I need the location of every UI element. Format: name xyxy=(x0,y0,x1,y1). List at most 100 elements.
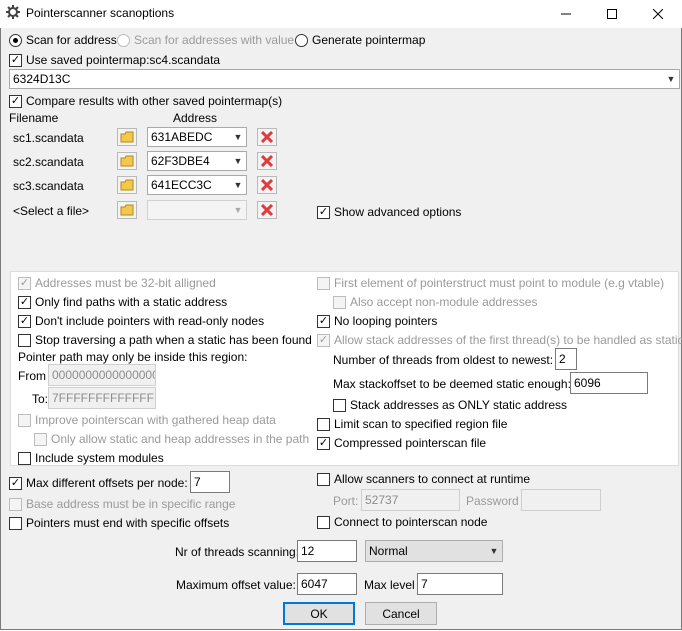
specific-offsets-checkbox[interactable]: Pointers must end with specific offsets xyxy=(9,516,229,530)
stack-first-thread-checkbox: ✓ Allow stack addresses of the first thr… xyxy=(317,333,682,347)
password-label: Password xyxy=(466,494,519,508)
input-value: 7 xyxy=(194,475,201,489)
delete-x-icon xyxy=(261,204,273,216)
close-button[interactable] xyxy=(635,0,681,28)
delete-x-icon xyxy=(261,131,273,143)
checkbox[interactable]: ✓ xyxy=(317,205,330,219)
checkbox[interactable]: ✓ xyxy=(9,53,22,67)
compare-address-combo[interactable]: 641ECC3C ▼ xyxy=(147,175,247,195)
allow-scanners-checkbox[interactable]: Allow scanners to connect at runtime xyxy=(317,472,530,486)
compare-filename: sc1.scandata xyxy=(13,131,84,145)
threads-oldest-input[interactable]: 2 xyxy=(555,348,577,370)
region-label: Pointer path may only be inside this reg… xyxy=(18,350,248,364)
button-label: Cancel xyxy=(382,606,420,621)
checkbox[interactable] xyxy=(18,451,31,465)
open-file-button[interactable] xyxy=(117,152,137,170)
folder-icon xyxy=(120,179,134,191)
radio-scan-for-value: Scan for addresses with value xyxy=(117,33,294,47)
compare-results-checkbox[interactable]: ✓ Compare results with other saved point… xyxy=(9,94,282,108)
max-offsets-input[interactable]: 7 xyxy=(190,471,230,493)
limit-region-checkbox[interactable]: Limit scan to specified region file xyxy=(317,417,507,431)
checkbox[interactable] xyxy=(333,398,346,412)
maximize-button[interactable] xyxy=(589,0,635,28)
static-only-checkbox[interactable]: ✓ Only find paths with a static address xyxy=(18,295,227,309)
max-offsets-checkbox[interactable]: ✓ Max different offsets per node: xyxy=(9,476,188,490)
radio-button[interactable] xyxy=(295,33,308,47)
compressed-checkbox[interactable]: ✓ Compressed pointerscan file xyxy=(317,436,486,450)
checkbox[interactable]: ✓ xyxy=(9,476,22,490)
minimize-button[interactable] xyxy=(543,0,589,28)
checkbox[interactable] xyxy=(317,515,330,529)
checkbox xyxy=(333,295,346,309)
remove-row-button[interactable] xyxy=(257,152,277,170)
close-icon xyxy=(653,9,663,19)
checkbox[interactable] xyxy=(9,516,22,530)
remove-row-button[interactable] xyxy=(257,176,277,194)
checkbox-label: Stack addresses as ONLY static address xyxy=(350,398,567,412)
threads-scanning-input[interactable]: 12 xyxy=(297,540,357,562)
chevron-down-icon: ▼ xyxy=(233,156,243,166)
stack-only-static-checkbox[interactable]: Stack addresses as ONLY static address xyxy=(333,398,567,412)
compare-filename: sc2.scandata xyxy=(13,155,84,169)
checkbox[interactable]: ✓ xyxy=(18,295,31,309)
region-from-input[interactable]: 0000000000000000 xyxy=(48,364,156,386)
radio-generate-pointermap[interactable]: Generate pointermap xyxy=(295,33,425,47)
combo-value: 62F3DBE4 xyxy=(151,154,210,168)
password-input[interactable] xyxy=(521,489,601,511)
priority-select[interactable]: Normal ▼ xyxy=(365,540,503,562)
compare-address-combo[interactable]: 631ABEDC ▼ xyxy=(147,127,247,147)
chevron-down-icon: ▼ xyxy=(666,74,676,84)
compare-address-combo[interactable]: 62F3DBE4 ▼ xyxy=(147,151,247,171)
compare-address-combo[interactable]: ▼ xyxy=(147,200,247,220)
checkbox[interactable] xyxy=(317,417,330,431)
show-advanced-checkbox[interactable]: ✓ Show advanced options xyxy=(317,205,461,219)
title-bar: Pointerscanner scanoptions xyxy=(0,0,682,29)
checkbox[interactable]: ✓ xyxy=(317,314,330,328)
chevron-down-icon: ▼ xyxy=(233,180,243,190)
checkbox[interactable] xyxy=(18,333,31,347)
checkbox-label: Show advanced options xyxy=(334,205,462,219)
remove-row-button[interactable] xyxy=(257,201,277,219)
checkbox-label: Pointers must end with specific offsets xyxy=(26,516,230,530)
region-to-input[interactable]: 7FFFFFFFFFFFFFFF xyxy=(48,387,156,409)
folder-icon xyxy=(120,155,134,167)
use-saved-pointermap-checkbox[interactable]: ✓ Use saved pointermap:sc4.scandata xyxy=(9,53,220,67)
open-file-button[interactable] xyxy=(117,128,137,146)
checkbox-label: Improve pointerscan with gathered heap d… xyxy=(35,413,276,427)
port-input[interactable]: 52737 xyxy=(361,489,460,511)
only-static-heap-checkbox: Only allow static and heap addresses in … xyxy=(34,432,309,446)
checkbox-label: Also accept non-module addresses xyxy=(350,295,538,309)
max-level-input[interactable]: 7 xyxy=(417,573,503,595)
connect-node-checkbox[interactable]: Connect to pointerscan node xyxy=(317,515,487,529)
checkbox-label: Base address must be in specific range xyxy=(26,497,236,511)
stackoffset-input[interactable]: 6096 xyxy=(570,372,648,394)
address-header: Address xyxy=(173,111,218,125)
no-readonly-checkbox[interactable]: ✓ Don't include pointers with read-only … xyxy=(18,314,264,328)
checkbox[interactable]: ✓ xyxy=(9,94,22,108)
max-level-label: Max level xyxy=(364,578,415,592)
radio-scan-for-address[interactable]: Scan for address xyxy=(9,33,117,47)
system-modules-checkbox[interactable]: Include system modules xyxy=(18,451,164,465)
checkbox-label: Allow scanners to connect at runtime xyxy=(334,472,531,486)
stop-traversing-checkbox[interactable]: Stop traversing a path when a static has… xyxy=(18,333,312,347)
no-looping-checkbox[interactable]: ✓ No looping pointers xyxy=(317,314,437,328)
input-value: 2 xyxy=(559,352,566,366)
port-label: Port: xyxy=(333,494,359,508)
max-offset-input[interactable]: 6047 xyxy=(297,573,357,595)
saved-address-combo[interactable]: 6324D13C ▼ xyxy=(9,69,680,89)
checkbox[interactable] xyxy=(317,472,330,486)
open-file-button[interactable] xyxy=(117,201,137,219)
input-value: 0000000000000000 xyxy=(52,368,156,382)
remove-row-button[interactable] xyxy=(257,128,277,146)
combo-value: 631ABEDC xyxy=(151,130,213,144)
checkbox[interactable]: ✓ xyxy=(317,436,330,450)
checkbox-label: Addresses must be 32-bit alligned xyxy=(35,276,216,290)
base-address-checkbox: Base address must be in specific range xyxy=(9,497,235,511)
checkbox[interactable]: ✓ xyxy=(18,314,31,328)
ok-button[interactable]: OK xyxy=(283,602,355,625)
checkbox-label: Max different offsets per node: xyxy=(26,476,188,490)
radio-button[interactable] xyxy=(9,33,22,47)
combo-value: 6324D13C xyxy=(13,72,71,86)
cancel-button[interactable]: Cancel xyxy=(365,602,437,625)
open-file-button[interactable] xyxy=(117,176,137,194)
